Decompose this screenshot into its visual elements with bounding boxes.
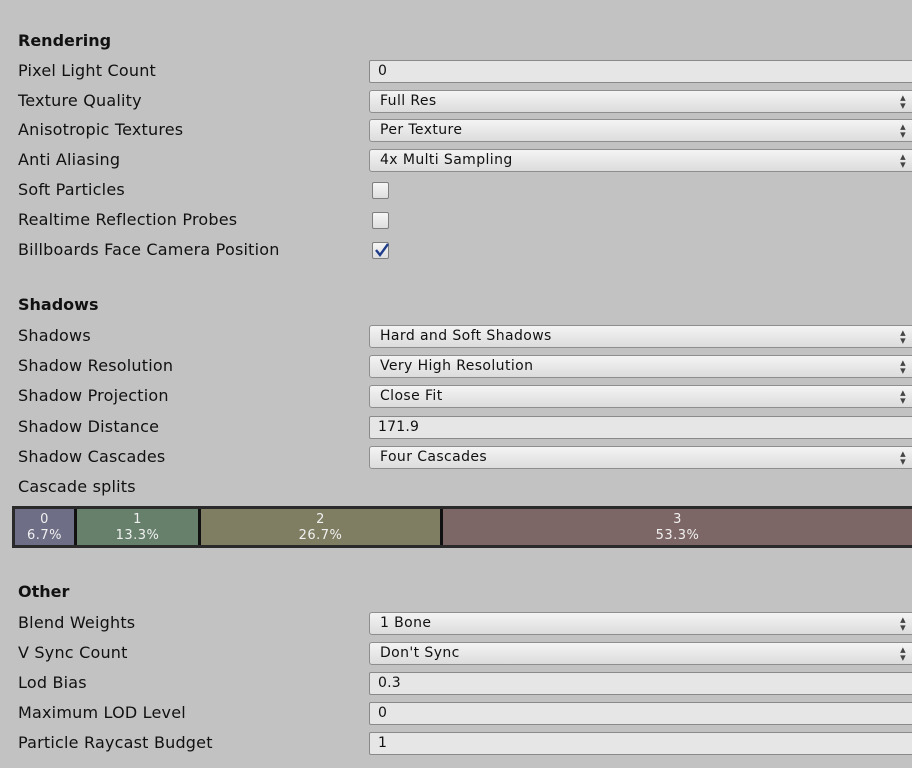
cascade-index: 2 (316, 512, 325, 527)
up-down-arrows-icon: ▴ ▾ (900, 386, 906, 407)
blend-weights-value: 1 Bone (380, 615, 432, 631)
shadow-cascades-label: Shadow Cascades (18, 447, 166, 466)
soft-particles-checkbox[interactable] (372, 182, 389, 199)
anti-aliasing-dropdown[interactable]: 4x Multi Sampling ▴ ▾ (369, 149, 912, 172)
soft-particles-label: Soft Particles (18, 180, 125, 199)
cascade-percent: 6.7% (26, 528, 63, 543)
particle-raycast-budget-field[interactable]: 1 (369, 732, 912, 755)
up-down-arrows-icon: ▴ ▾ (900, 447, 906, 468)
v-sync-count-label: V Sync Count (18, 643, 128, 662)
pixel-light-count-label: Pixel Light Count (18, 61, 157, 80)
shadow-cascades-value: Four Cascades (380, 449, 488, 465)
shadow-cascades-row: Shadow Cascades Four Cascades ▴ ▾ (0, 443, 912, 473)
anisotropic-textures-row: Anisotropic Textures Per Texture ▴ ▾ (0, 116, 912, 146)
particle-raycast-budget-row: Particle Raycast Budget 1 (0, 729, 912, 759)
up-down-arrows-icon: ▴ ▾ (900, 643, 906, 664)
texture-quality-label: Texture Quality (18, 91, 142, 110)
realtime-reflection-probes-row: Realtime Reflection Probes (0, 206, 912, 236)
cascade-percent: 53.3% (655, 528, 700, 543)
shadow-resolution-dropdown[interactable]: Very High Resolution ▴ ▾ (369, 355, 912, 378)
shadow-distance-row: Shadow Distance 171.9 (0, 413, 912, 443)
blend-weights-label: Blend Weights (18, 613, 136, 632)
shadows-row: Shadows Hard and Soft Shadows ▴ ▾ (0, 322, 912, 352)
anti-aliasing-value: 4x Multi Sampling (380, 152, 513, 168)
anisotropic-textures-label: Anisotropic Textures (18, 120, 184, 139)
up-down-arrows-icon: ▴ ▾ (900, 326, 906, 347)
shadow-resolution-row: Shadow Resolution Very High Resolution ▴ ▾ (0, 352, 912, 382)
shadow-distance-field[interactable]: 171.9 (369, 416, 912, 439)
cascade-index: 3 (673, 512, 682, 527)
cascade-index: 1 (133, 512, 142, 527)
cascade-segment-0: 0 6.7% (15, 509, 74, 545)
texture-quality-row: Texture Quality Full Res ▴ ▾ (0, 87, 912, 117)
billboards-face-camera-checkbox[interactable] (372, 242, 389, 259)
lod-bias-row: Lod Bias 0.3 (0, 669, 912, 699)
shadow-distance-label: Shadow Distance (18, 417, 160, 436)
shadows-dropdown[interactable]: Hard and Soft Shadows ▴ ▾ (369, 325, 912, 348)
up-down-arrows-icon: ▴ ▾ (900, 613, 906, 634)
pixel-light-count-row: Pixel Light Count 0 (0, 57, 912, 87)
anisotropic-textures-value: Per Texture (380, 122, 463, 138)
v-sync-count-row: V Sync Count Don't Sync ▴ ▾ (0, 639, 912, 669)
maximum-lod-level-row: Maximum LOD Level 0 (0, 699, 912, 729)
cascade-segment-2: 2 26.7% (201, 509, 440, 545)
pixel-light-count-field[interactable]: 0 (369, 60, 912, 83)
cascade-percent: 26.7% (298, 528, 343, 543)
v-sync-count-dropdown[interactable]: Don't Sync ▴ ▾ (369, 642, 912, 665)
cascade-segment-3: 3 53.3% (443, 509, 912, 545)
shadow-cascades-dropdown[interactable]: Four Cascades ▴ ▾ (369, 446, 912, 469)
realtime-reflection-probes-checkbox[interactable] (372, 212, 389, 229)
shadows-value: Hard and Soft Shadows (380, 328, 552, 344)
maximum-lod-level-field[interactable]: 0 (369, 702, 912, 725)
particle-raycast-budget-label: Particle Raycast Budget (18, 733, 213, 752)
anti-aliasing-row: Anti Aliasing 4x Multi Sampling ▴ ▾ (0, 146, 912, 176)
blend-weights-row: Blend Weights 1 Bone ▴ ▾ (0, 609, 912, 639)
up-down-arrows-icon: ▴ ▾ (900, 150, 906, 171)
v-sync-count-value: Don't Sync (380, 645, 460, 661)
other-header: Other (18, 582, 70, 601)
cascade-percent: 13.3% (115, 528, 160, 543)
rendering-header: Rendering (18, 31, 112, 50)
shadow-resolution-label: Shadow Resolution (18, 356, 174, 375)
anti-aliasing-label: Anti Aliasing (18, 150, 121, 169)
anisotropic-textures-dropdown[interactable]: Per Texture ▴ ▾ (369, 119, 912, 142)
maximum-lod-level-label: Maximum LOD Level (18, 703, 186, 722)
lod-bias-field[interactable]: 0.3 (369, 672, 912, 695)
up-down-arrows-icon: ▴ ▾ (900, 356, 906, 377)
shadow-projection-label: Shadow Projection (18, 386, 169, 405)
soft-particles-row: Soft Particles (0, 176, 912, 206)
shadow-projection-row: Shadow Projection Close Fit ▴ ▾ (0, 382, 912, 412)
texture-quality-value: Full Res (380, 93, 437, 109)
up-down-arrows-icon: ▴ ▾ (900, 120, 906, 141)
shadows-label: Shadows (18, 326, 91, 345)
billboards-face-camera-label: Billboards Face Camera Position (18, 240, 280, 259)
cascade-splits-row: Cascade splits (0, 473, 912, 503)
texture-quality-dropdown[interactable]: Full Res ▴ ▾ (369, 90, 912, 113)
cascade-splits-bar: 0 6.7% 1 13.3% 2 26.7% 3 53.3% (12, 506, 912, 548)
lod-bias-label: Lod Bias (18, 673, 87, 692)
cascade-index: 0 (40, 512, 49, 527)
shadow-resolution-value: Very High Resolution (380, 358, 534, 374)
billboards-face-camera-row: Billboards Face Camera Position (0, 236, 912, 266)
shadow-projection-value: Close Fit (380, 388, 443, 404)
shadows-header: Shadows (18, 295, 99, 314)
cascade-splits-label: Cascade splits (18, 477, 136, 496)
blend-weights-dropdown[interactable]: 1 Bone ▴ ▾ (369, 612, 912, 635)
checkmark-icon (375, 243, 389, 257)
shadow-projection-dropdown[interactable]: Close Fit ▴ ▾ (369, 385, 912, 408)
up-down-arrows-icon: ▴ ▾ (900, 91, 906, 112)
realtime-reflection-probes-label: Realtime Reflection Probes (18, 210, 238, 229)
cascade-segment-1: 1 13.3% (77, 509, 198, 545)
